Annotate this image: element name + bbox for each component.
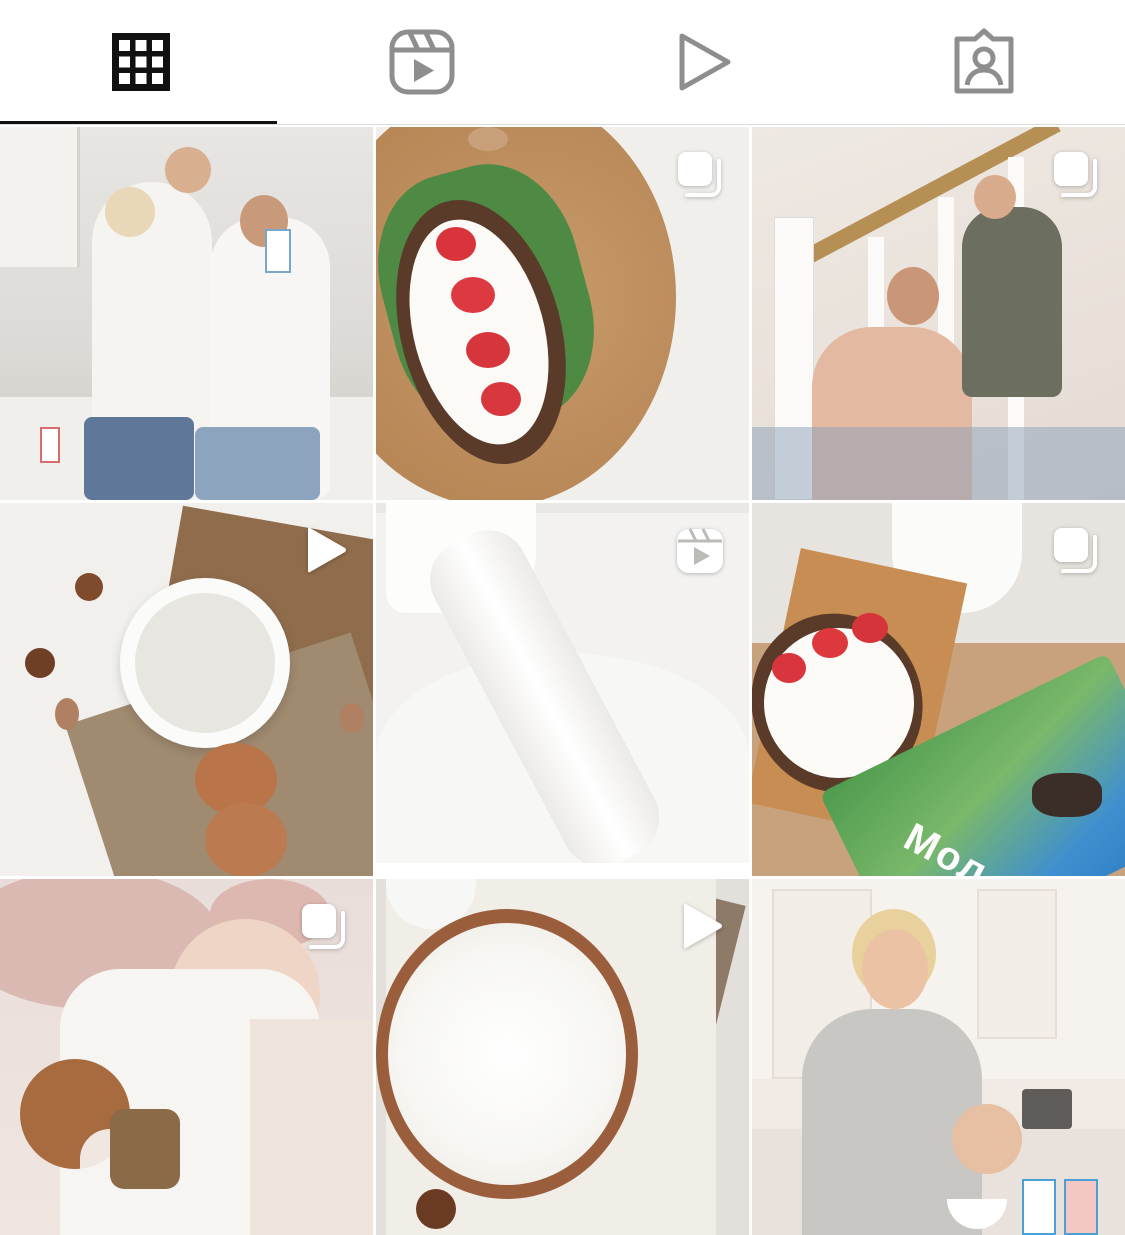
carousel-icon xyxy=(675,149,725,199)
grid-icon xyxy=(111,33,170,91)
tab-videos[interactable] xyxy=(562,0,843,124)
reels-icon xyxy=(675,525,725,575)
post-tile-cottage-cheese[interactable] xyxy=(376,879,749,1235)
posts-grid: Мол xyxy=(0,127,1125,1235)
post-tile-family-kitchen[interactable] xyxy=(0,127,373,500)
tab-grid[interactable] xyxy=(0,0,281,124)
play-icon xyxy=(299,525,349,575)
reels-icon xyxy=(389,29,454,95)
tagged-person-icon xyxy=(954,28,1014,94)
post-tile-child-cookies[interactable] xyxy=(0,879,373,1235)
tab-tagged[interactable] xyxy=(843,0,1125,124)
post-tile-staircase-family[interactable] xyxy=(752,127,1125,500)
post-tile-toast-milk-pack[interactable]: Мол xyxy=(752,503,1125,876)
carousel-icon xyxy=(1051,149,1101,199)
tab-reels[interactable] xyxy=(281,0,562,124)
post-tile-strawberry-toast[interactable] xyxy=(376,127,749,500)
carousel-icon xyxy=(299,901,349,951)
profile-tab-bar xyxy=(0,0,1125,125)
active-tab-indicator xyxy=(0,121,277,124)
post-tile-milk-pour[interactable] xyxy=(376,503,749,876)
carousel-icon xyxy=(1051,525,1101,575)
post-tile-milk-bowl-nuts[interactable] xyxy=(0,503,373,876)
play-icon xyxy=(679,33,730,91)
play-icon xyxy=(675,901,725,951)
post-tile-mother-daughter-kitchen[interactable] xyxy=(752,879,1125,1235)
